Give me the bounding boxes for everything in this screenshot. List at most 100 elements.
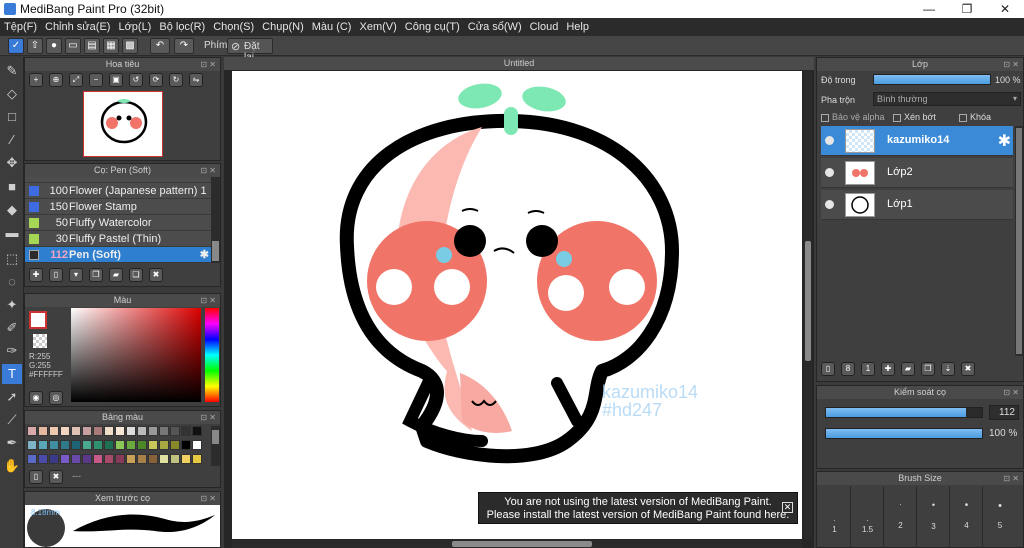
- palette-swatch[interactable]: [104, 440, 114, 450]
- palette-swatch[interactable]: [148, 426, 158, 436]
- palette-swatch[interactable]: [71, 454, 81, 464]
- grid-icon[interactable]: ▩: [122, 38, 138, 54]
- palette-swatch[interactable]: [192, 454, 202, 464]
- list-item[interactable]: 50 Fluffy Watercolor: [25, 215, 211, 231]
- canvas-vertical-scrollbar[interactable]: [804, 71, 812, 539]
- palette-swatch[interactable]: [137, 454, 147, 464]
- brush-size-preset[interactable]: · 1: [819, 486, 851, 548]
- palette-swatch[interactable]: [93, 440, 103, 450]
- brush-opacity-slider[interactable]: [825, 428, 983, 439]
- flip-icon[interactable]: ⇋: [189, 73, 203, 87]
- add-layer-menu-icon[interactable]: ✚: [881, 362, 895, 376]
- keys-label[interactable]: Phím: [204, 40, 227, 51]
- palette-swatch[interactable]: [38, 454, 48, 464]
- color-wheel-icon[interactable]: ◉: [29, 391, 43, 405]
- brush-size-slider[interactable]: [825, 407, 983, 418]
- palette-swatch[interactable]: [104, 426, 114, 436]
- palette-swatch[interactable]: [38, 440, 48, 450]
- gear-icon[interactable]: ✱: [200, 248, 209, 261]
- palette-swatch[interactable]: [115, 440, 125, 450]
- menu-color[interactable]: Màu (C): [308, 18, 356, 33]
- layout-icon[interactable]: ▦: [103, 38, 119, 54]
- reset-button[interactable]: ⊘ Đặt lại: [227, 38, 273, 63]
- palette-swatch[interactable]: [60, 426, 70, 436]
- hand-tool-icon[interactable]: ✋: [2, 456, 22, 476]
- rotate-reset-icon[interactable]: ⟳: [149, 73, 163, 87]
- palette-swatch[interactable]: [192, 426, 202, 436]
- color-saturation-field[interactable]: [71, 308, 201, 402]
- undo-icon[interactable]: ↶: [150, 38, 170, 54]
- new-palette-icon[interactable]: ▯: [29, 470, 43, 484]
- brush-size-preset[interactable]: · 2: [885, 486, 917, 548]
- new-brush-icon[interactable]: ▯: [49, 268, 63, 282]
- rotate-right-icon[interactable]: ↻: [169, 73, 183, 87]
- palette-swatch[interactable]: [93, 454, 103, 464]
- fill-rect-tool-icon[interactable]: ■: [2, 177, 22, 197]
- menu-cloud[interactable]: Cloud: [526, 18, 563, 33]
- opacity-slider[interactable]: [873, 74, 991, 85]
- visibility-icon[interactable]: [825, 200, 834, 209]
- brush-menu-icon[interactable]: ▾: [69, 268, 83, 282]
- palette-swatch[interactable]: [60, 440, 70, 450]
- palette-swatch[interactable]: [126, 426, 136, 436]
- redo-icon[interactable]: ↷: [174, 38, 194, 54]
- gear-icon[interactable]: ✱: [998, 131, 1011, 151]
- clipping-checkbox[interactable]: Xén bớt: [893, 112, 936, 122]
- layer-row[interactable]: Lớp2: [821, 158, 1013, 188]
- merge-layer-icon[interactable]: ⇣: [941, 362, 955, 376]
- eraser-tool-icon[interactable]: ◇: [2, 84, 22, 104]
- rect-tool-icon[interactable]: □: [2, 107, 22, 127]
- pin-icon[interactable]: ⊡ ✕: [200, 294, 216, 307]
- menu-select[interactable]: Chọn(S): [209, 18, 258, 33]
- palette-swatch[interactable]: [159, 440, 169, 450]
- folder-icon[interactable]: ▰: [901, 362, 915, 376]
- trash-icon[interactable]: ✖: [149, 268, 163, 282]
- page-icon[interactable]: ▤: [84, 38, 100, 54]
- color-picker-icon[interactable]: ◎: [49, 391, 63, 405]
- layer-row[interactable]: kazumiko14 ✱: [821, 126, 1013, 156]
- list-item-selected[interactable]: 112 Pen (Soft) ✱: [25, 247, 211, 263]
- palette-swatch[interactable]: [137, 440, 147, 450]
- palette-swatch[interactable]: [170, 440, 180, 450]
- palette-swatch[interactable]: [82, 454, 92, 464]
- copy-brush-icon[interactable]: ❐: [89, 268, 103, 282]
- new-layer-1bit-icon[interactable]: 1: [861, 362, 875, 376]
- magic-wand-tool-icon[interactable]: ✦: [2, 295, 22, 315]
- menu-capture[interactable]: Chụp(N): [258, 18, 308, 33]
- palette-swatch[interactable]: [170, 426, 180, 436]
- select-eraser-tool-icon[interactable]: ✑: [2, 341, 22, 361]
- palette-swatch[interactable]: [71, 426, 81, 436]
- canvas-horizontal-scrollbar[interactable]: [232, 540, 802, 548]
- background-color[interactable]: [33, 334, 47, 348]
- palette-swatch[interactable]: [170, 454, 180, 464]
- trash-icon[interactable]: ✖: [961, 362, 975, 376]
- palette-swatch[interactable]: [93, 426, 103, 436]
- brush-size-preset[interactable]: • 5: [984, 486, 1016, 548]
- pin-icon[interactable]: ⊡ ✕: [200, 58, 216, 71]
- fit-icon[interactable]: ⤢: [69, 73, 83, 87]
- pin-icon[interactable]: ⊡ ✕: [1003, 472, 1019, 485]
- menu-file[interactable]: Tệp(F): [0, 18, 41, 33]
- palette-swatch[interactable]: [115, 454, 125, 464]
- brush-size-preset[interactable]: • 3: [918, 486, 950, 548]
- menu-edit[interactable]: Chỉnh sửa(E): [41, 18, 114, 33]
- divide-tool-icon[interactable]: ⟋: [2, 410, 22, 430]
- brush-size-preset[interactable]: • 4: [951, 486, 983, 548]
- eyedropper-tool-icon[interactable]: ✒: [2, 433, 22, 453]
- scroll-thumb[interactable]: [212, 430, 219, 444]
- text-tool-icon[interactable]: T: [2, 364, 22, 384]
- menu-layer[interactable]: Lớp(L): [114, 18, 155, 33]
- palette-swatch[interactable]: [27, 426, 37, 436]
- brush-tool-icon[interactable]: ✎: [2, 61, 22, 81]
- duplicate-layer-icon[interactable]: ❐: [921, 362, 935, 376]
- layer-row[interactable]: Lớp1: [821, 190, 1013, 220]
- scroll-thumb[interactable]: [452, 541, 592, 547]
- palette-swatch[interactable]: [60, 454, 70, 464]
- lock-checkbox[interactable]: Khóa: [959, 112, 991, 122]
- blend-mode-select[interactable]: Bình thường ▾: [873, 92, 1021, 106]
- palette-swatch[interactable]: [137, 426, 147, 436]
- palette-swatch[interactable]: [49, 454, 59, 464]
- folder-icon[interactable]: ▰: [109, 268, 123, 282]
- visibility-icon[interactable]: [825, 136, 834, 145]
- actual-size-icon[interactable]: ▣: [109, 73, 123, 87]
